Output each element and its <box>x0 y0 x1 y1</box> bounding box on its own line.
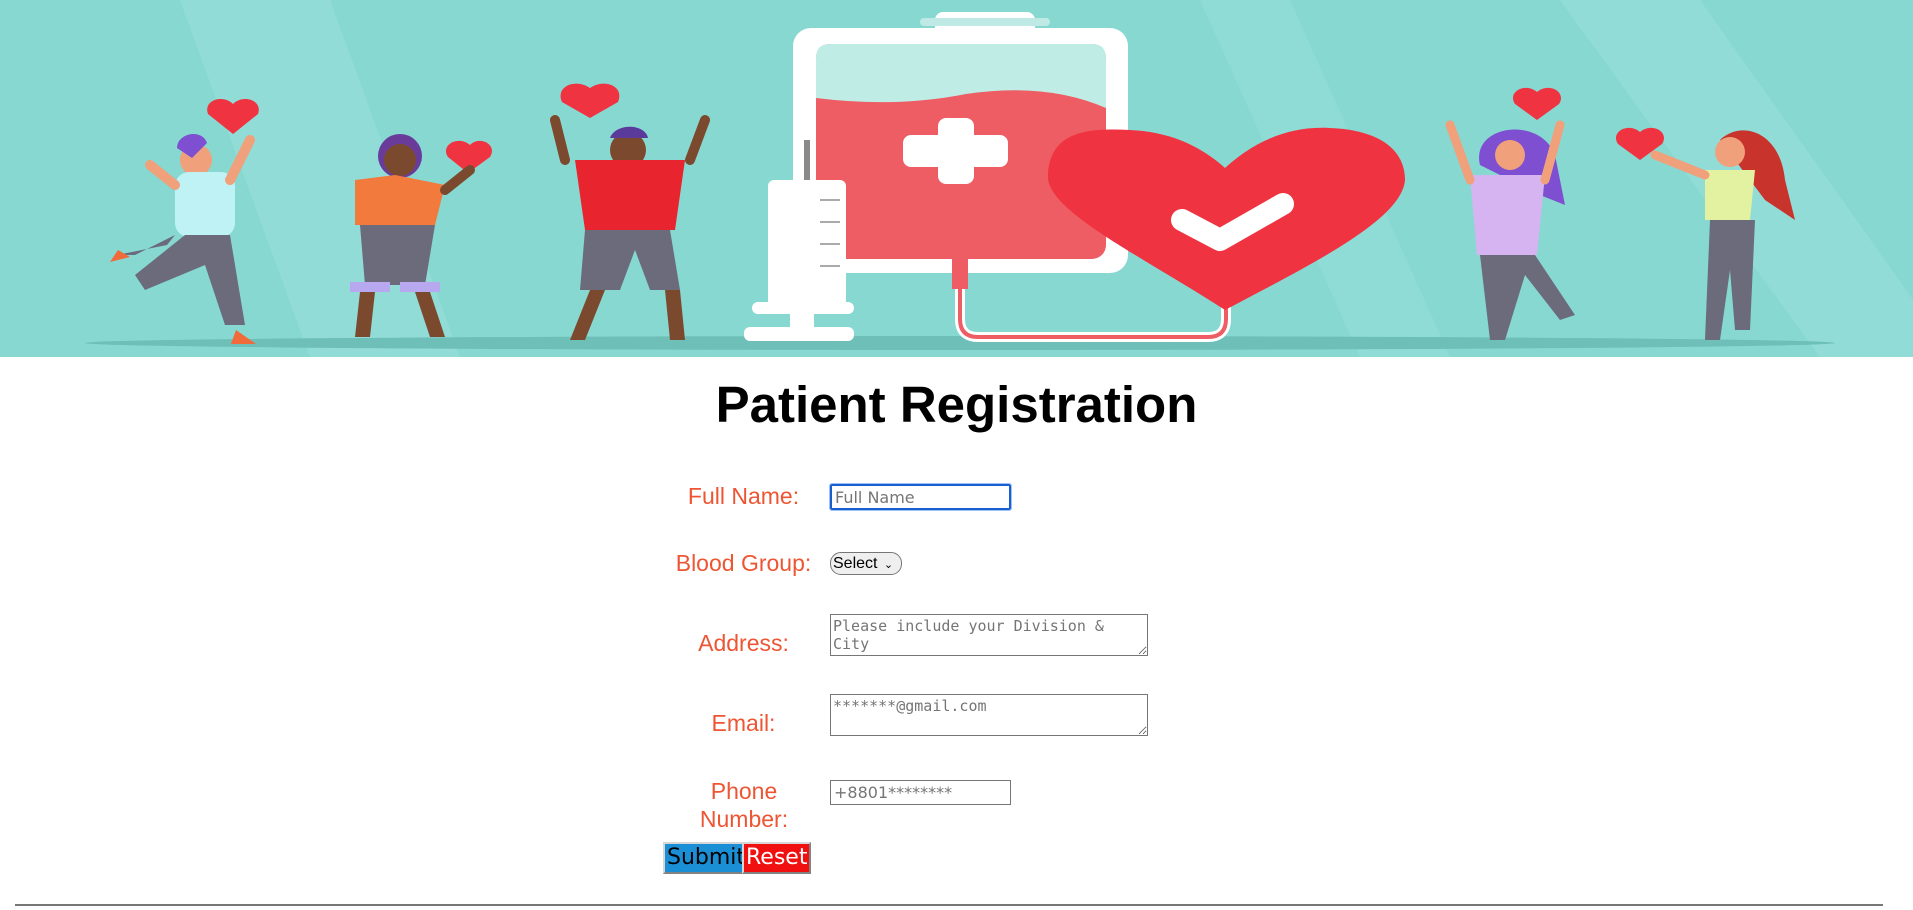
email-label: Email: <box>711 710 776 736</box>
address-textarea[interactable] <box>830 614 1148 656</box>
phone-number-input[interactable] <box>830 780 1011 805</box>
phone-number-label: Phone Number: <box>699 778 789 832</box>
blood-donation-illustration <box>85 0 1913 357</box>
divider <box>15 904 1883 906</box>
full-name-input[interactable] <box>829 483 1012 511</box>
reset-button[interactable]: Reset <box>742 842 812 874</box>
blood-group-selected: Select <box>833 555 878 572</box>
blood-group-select[interactable]: Select ⌄ <box>830 552 902 575</box>
banner-illustration <box>0 0 1913 357</box>
address-label: Address: <box>698 630 789 656</box>
full-name-label: Full Name: <box>687 483 800 509</box>
person-figure-icon <box>550 83 710 340</box>
chevron-down-icon: ⌄ <box>883 559 894 571</box>
person-figure-icon <box>1445 87 1575 340</box>
email-textarea[interactable] <box>830 694 1148 736</box>
page-title: Patient Registration <box>715 376 1198 433</box>
submit-button[interactable]: Submit <box>663 842 750 874</box>
blood-group-label: Blood Group: <box>675 550 812 576</box>
